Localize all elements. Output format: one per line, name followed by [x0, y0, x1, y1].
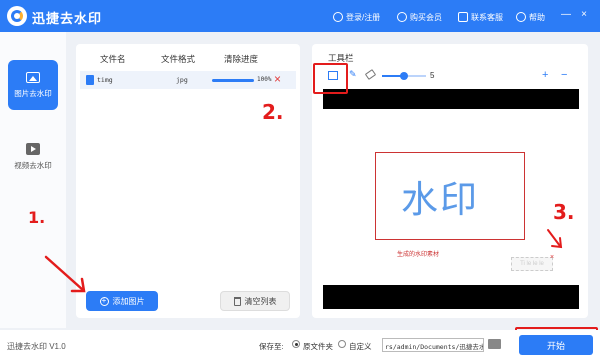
save-path-field[interactable]: rs/admin/Documents/迅捷去水印 — [382, 338, 484, 352]
save-to-label: 保存至: — [259, 342, 284, 351]
custom-label-text: 自定义 — [349, 342, 372, 351]
arrow-step-3 — [547, 229, 563, 249]
version-label: 迅捷去水印 V1.0 — [7, 342, 66, 351]
annotation-arrows — [44, 229, 563, 293]
radio-original-folder[interactable] — [292, 340, 300, 348]
radio-custom-folder-label: 自定义 — [349, 341, 372, 352]
radio-original-folder-label: 原文件夹 — [303, 342, 333, 351]
app-window: 迅捷去水印 登录/注册 购买会员 联系客服 帮助 — × 图片去水印 视频去水印 — [0, 0, 600, 360]
start-button[interactable]: 开始 — [519, 335, 593, 355]
radio-custom-folder[interactable] — [338, 340, 346, 348]
folder-icon[interactable] — [488, 339, 501, 349]
arrow-step-1 — [44, 255, 86, 293]
status-bar: 迅捷去水印 V1.0 保存至: 原文件夹 rs/admin/Documents/… — [0, 330, 600, 360]
